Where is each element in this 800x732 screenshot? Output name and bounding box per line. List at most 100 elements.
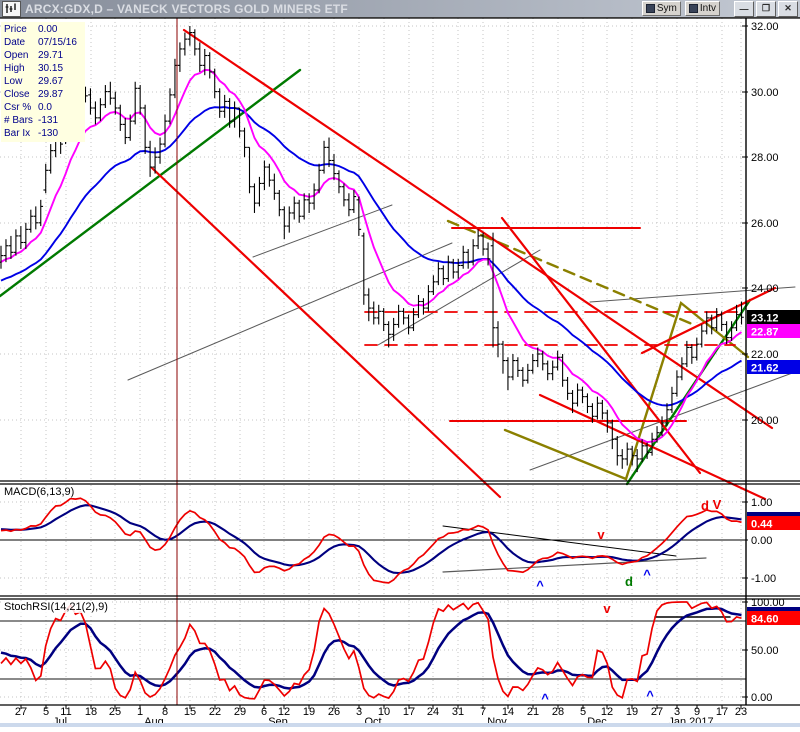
x-axis-day-label: 17 [403, 706, 415, 718]
x-axis-day-label: 8 [162, 706, 168, 718]
x-axis-day-label: 5 [580, 706, 586, 718]
last-price-box-text: 23.12 [751, 313, 779, 325]
mini-candles-icon [5, 3, 18, 14]
chart-app-icon [2, 1, 21, 17]
intv-button[interactable]: Intv [685, 1, 720, 16]
close-button[interactable]: ✕ [778, 1, 798, 17]
signal-marker: ^ [643, 567, 651, 582]
macd-axis-label: 1.00 [751, 497, 772, 509]
price-axis-label: 22.00 [751, 349, 779, 361]
data-box-value: 0.0 [38, 101, 85, 114]
x-axis-day-label: 12 [278, 706, 290, 718]
x-axis-day-label: 27 [15, 706, 27, 718]
data-box-row: Close29.87 [4, 88, 85, 101]
x-axis-day-label: 27 [651, 706, 663, 718]
sym-button-icon [646, 4, 655, 13]
data-box-row: # Bars-131 [4, 114, 85, 127]
data-box-row: Price0.00 [4, 23, 85, 36]
data-box-label: # Bars [4, 114, 38, 127]
x-axis-day-label: 7 [480, 706, 486, 718]
data-box-row: Csr %0.0 [4, 101, 85, 114]
x-axis-day-label: 6 [261, 706, 267, 718]
chart-canvas[interactable]: ^d^vdV^^v32.0030.0028.0026.0024.0022.002… [0, 0, 800, 727]
x-axis-day-label: 17 [716, 706, 728, 718]
intv-button-label: Intv [700, 3, 716, 14]
x-axis-day-label: 9 [694, 706, 700, 718]
x-axis-day-label: 25 [109, 706, 121, 718]
window-titlebar[interactable]: ARCX:GDX,D – VANECK VECTORS GOLD MINERS … [0, 0, 800, 18]
signal-marker: ^ [646, 688, 654, 703]
x-axis-day-label: 28 [552, 706, 564, 718]
stoch-axis-label: 50.00 [751, 645, 779, 657]
data-box-value: 29.67 [38, 75, 85, 88]
fast-ma-value-box-text: 22.87 [751, 327, 779, 339]
x-axis-day-label: 19 [303, 706, 315, 718]
window-controls: — ❐ ✕ [734, 1, 798, 17]
x-axis-day-label: 1 [137, 706, 143, 718]
x-axis-day-label: 12 [601, 706, 613, 718]
x-axis-day-label: 19 [626, 706, 638, 718]
signal-marker: ^ [536, 578, 544, 593]
data-box-label: High [4, 62, 38, 75]
stoch-pane-label: StochRSI(14,21(2),9) [2, 601, 110, 613]
stoch-axis-label: 0.00 [751, 692, 772, 704]
data-box-label: Low [4, 75, 38, 88]
signal-marker: V [713, 497, 722, 512]
window-title: ARCX:GDX,D – VANECK VECTORS GOLD MINERS … [25, 2, 638, 16]
price-axis-label: 32.00 [751, 21, 779, 33]
window-bottom-edge [0, 723, 800, 727]
x-axis-day-label: 24 [427, 706, 439, 718]
x-axis-day-label: 11 [60, 706, 71, 718]
price-chart-svg[interactable]: ^d^vdV^^v32.0030.0028.0026.0024.0022.002… [0, 0, 800, 727]
sym-button-label: Sym [657, 3, 677, 14]
macd-axis-label: -1.00 [751, 573, 776, 585]
price-axis-label: 24.00 [751, 283, 779, 295]
x-axis-day-label: 5 [43, 706, 49, 718]
data-box-row: Low29.67 [4, 75, 85, 88]
stoch-value-box-text: 84.60 [751, 614, 779, 626]
data-box-label: Csr % [4, 101, 38, 114]
data-box-row: High30.15 [4, 62, 85, 75]
macd-pane-label: MACD(6,13,9) [2, 486, 76, 498]
intv-button-icon [689, 4, 698, 13]
x-axis-day-label: 23 [735, 706, 747, 718]
data-box-row: Date07/15/16 [4, 36, 85, 49]
x-axis-day-label: 22 [209, 706, 221, 718]
slow-ma-value-box-text: 21.62 [751, 363, 779, 375]
data-box-label: Price [4, 23, 38, 36]
signal-marker: d [701, 498, 709, 513]
signal-marker: d [625, 574, 633, 589]
x-axis-day-label: 21 [527, 706, 539, 718]
price-axis-label: 20.00 [751, 415, 779, 427]
x-axis-day-label: 3 [356, 706, 362, 718]
x-axis-day-label: 31 [452, 706, 464, 718]
x-axis-day-label: 15 [184, 706, 196, 718]
data-box-row: Open29.71 [4, 49, 85, 62]
x-axis-day-label: 26 [328, 706, 340, 718]
macd-axis-label: 0.00 [751, 535, 772, 547]
x-axis-day-label: 18 [85, 706, 97, 718]
crosshair-data-box: Price0.00Date07/15/16Open29.71High30.15L… [1, 22, 85, 142]
data-box-value: 0.00 [38, 23, 85, 36]
restore-button[interactable]: ❐ [756, 1, 776, 17]
minimize-button[interactable]: — [734, 1, 754, 17]
data-box-value: 29.71 [38, 49, 85, 62]
data-box-label: Date [4, 36, 38, 49]
x-axis-day-label: 10 [378, 706, 390, 718]
data-box-row: Bar Ix-130 [4, 127, 85, 140]
data-box-value: -131 [38, 114, 85, 127]
signal-marker: v [597, 527, 605, 542]
signal-marker: v [603, 601, 611, 616]
data-box-label: Close [4, 88, 38, 101]
data-box-label: Bar Ix [4, 127, 38, 140]
data-box-label: Open [4, 49, 38, 62]
data-box-value: 30.15 [38, 62, 85, 75]
sym-button[interactable]: Sym [642, 1, 681, 16]
price-axis-label: 30.00 [751, 87, 779, 99]
data-box-value: 07/15/16 [38, 36, 85, 49]
data-box-value: 29.87 [38, 88, 85, 101]
price-axis-label: 26.00 [751, 218, 779, 230]
signal-marker: ^ [541, 691, 549, 706]
x-axis-day-label: 14 [502, 706, 514, 718]
macd-value-box-text: 0.44 [751, 519, 773, 531]
